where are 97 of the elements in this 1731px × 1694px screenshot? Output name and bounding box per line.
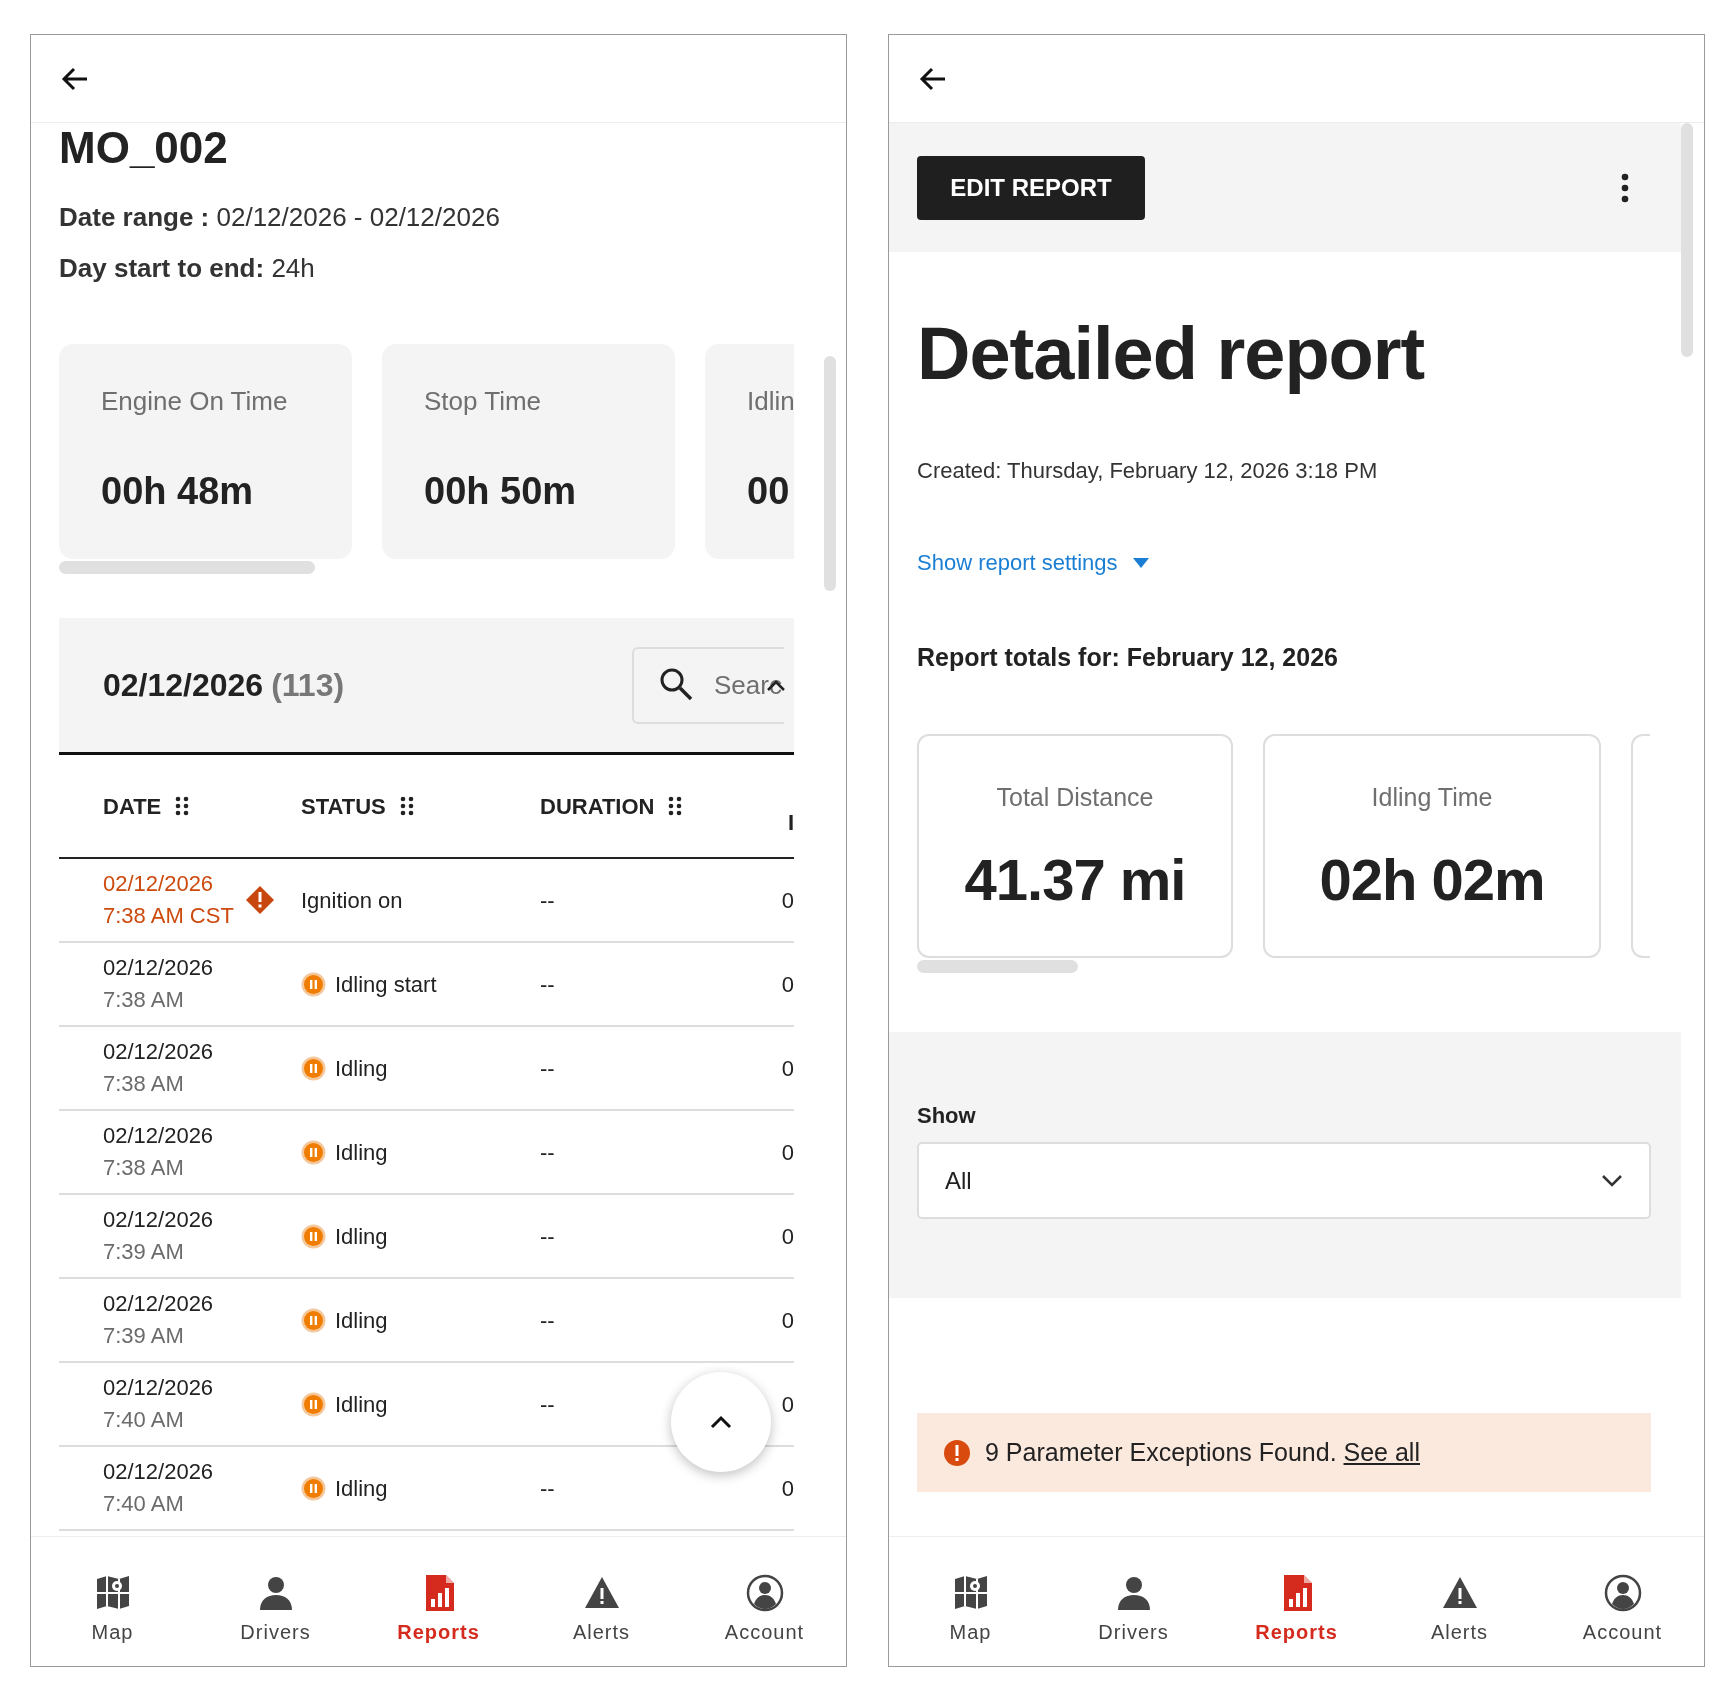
table-cell: 0: [781, 1307, 794, 1333]
card-value: 41.37 mi: [963, 846, 1187, 914]
table-cell: 0: [781, 971, 794, 997]
nav-tab[interactable]: Reports: [357, 1537, 520, 1666]
nav-tab[interactable]: Map: [889, 1537, 1052, 1666]
warning-diamond-icon: [245, 885, 275, 915]
see-all-link[interactable]: See all: [1343, 1437, 1420, 1466]
table-cell: 0: [781, 1139, 794, 1165]
more-options-icon[interactable]: [1619, 172, 1631, 203]
date-text: 02/12/2026: [103, 870, 215, 898]
table-cell: 0: [781, 1055, 794, 1081]
table-cell: 0: [781, 1223, 794, 1249]
duration-text: --: [540, 1475, 555, 1501]
user-circle-icon: [1602, 1573, 1643, 1613]
duration-text: --: [540, 1223, 555, 1249]
date-text: 02/12/2026: [103, 1290, 214, 1318]
status-text: Ignition on: [301, 886, 403, 915]
date-text: 02/12/2026: [103, 1122, 214, 1150]
time-text: 7:38 AM: [103, 986, 185, 1014]
nav-tab[interactable]: Alerts: [1378, 1537, 1541, 1666]
exception-message: 9 Parameter Exceptions Found. See all: [985, 1436, 1420, 1468]
field-label: Show: [917, 1102, 977, 1130]
row-count: (113): [271, 666, 345, 705]
drag-handle-icon[interactable]: [399, 796, 414, 816]
card-label: Idling Time: [1370, 782, 1494, 813]
duration-text: --: [540, 1055, 555, 1081]
totals-heading: Report totals for: February 12, 2026: [917, 642, 1338, 672]
time-text: 7:38 AM CST: [103, 902, 234, 930]
column-header[interactable]: DURATION: [540, 789, 655, 823]
status-text: Idling: [335, 1306, 388, 1335]
pause-icon: [301, 1223, 326, 1249]
date-range-text: Date range : 02/12/2026 - 02/12/2026: [59, 201, 501, 234]
nav-tab[interactable]: Map: [31, 1537, 194, 1666]
drag-handle-icon[interactable]: [668, 796, 683, 816]
card-value: 00: [747, 469, 791, 514]
card-label: Stop Time: [424, 385, 543, 418]
card-value: 00h 48m: [101, 469, 255, 514]
caret-up-icon: [710, 1415, 732, 1429]
nav-tab[interactable]: Account: [683, 1537, 846, 1666]
status-text: Idling: [335, 1054, 388, 1083]
status-text: Idling: [335, 1138, 388, 1167]
table-cell: 0: [781, 1475, 794, 1501]
card-label: Total Distance: [995, 782, 1155, 813]
time-text: 7:40 AM: [103, 1490, 185, 1518]
status-text: Idling: [335, 1222, 388, 1251]
status-text: Idling start: [335, 970, 437, 999]
nav-tab[interactable]: Alerts: [520, 1537, 683, 1666]
card-label: Idlin: [747, 385, 794, 418]
pause-icon: [301, 971, 326, 997]
duration-text: --: [540, 1139, 555, 1165]
exclamation-circle-icon: [943, 1438, 971, 1467]
card-label: Engine On Time: [101, 385, 289, 418]
nav-tab[interactable]: Drivers: [194, 1537, 357, 1666]
page-title: Detailed report: [917, 311, 1425, 397]
table-cell: 0: [781, 887, 794, 913]
report-title: MO_002: [59, 123, 229, 173]
search-field[interactable]: Searc: [632, 646, 784, 724]
card-value: 02h 02m: [1318, 846, 1546, 914]
time-text: 7:40 AM: [103, 1406, 185, 1434]
created-text: Created: Thursday, February 12, 2026 3:18 PM: [917, 457, 1378, 485]
caret-down-icon: [1131, 557, 1150, 569]
nav-tab[interactable]: Drivers: [1052, 1537, 1215, 1666]
status-text: Idling: [335, 1390, 388, 1419]
chevron-down-icon: [1601, 1173, 1623, 1188]
column-header[interactable]: DATE: [103, 789, 162, 823]
date-text: 02/12/2026: [103, 1038, 214, 1066]
time-text: 7:39 AM: [103, 1322, 185, 1350]
column-header[interactable]: STATUS: [301, 789, 386, 823]
duration-text: --: [540, 1307, 555, 1333]
column-header[interactable]: I: [787, 805, 794, 839]
pause-icon: [301, 1475, 326, 1501]
nav-tab[interactable]: Account: [1541, 1537, 1704, 1666]
date-text: 02/12/2026: [103, 954, 214, 982]
table-date: 02/12/2026: [103, 666, 264, 705]
drag-handle-icon[interactable]: [175, 796, 190, 816]
time-text: 7:38 AM: [103, 1154, 185, 1182]
show-select[interactable]: All: [917, 1142, 1651, 1219]
edit-report-button[interactable]: EDIT REPORT: [917, 155, 1145, 220]
date-text: 02/12/2026: [103, 1374, 214, 1402]
duration-text: --: [540, 1391, 555, 1417]
duration-text: --: [540, 971, 555, 997]
date-text: 02/12/2026: [103, 1458, 214, 1486]
pause-icon: [301, 1307, 326, 1333]
time-text: 7:39 AM: [103, 1238, 185, 1266]
pause-icon: [301, 1055, 326, 1081]
show-report-settings-link[interactable]: Show report settings: [917, 548, 1150, 578]
duration-text: --: [540, 887, 555, 913]
date-text: 02/12/2026: [103, 1206, 214, 1234]
pause-icon: [301, 1139, 326, 1165]
table-cell: 0: [781, 1391, 794, 1417]
status-text: Idling: [335, 1474, 388, 1503]
nav-tab[interactable]: Reports: [1215, 1537, 1378, 1666]
card-value: 00h 50m: [424, 469, 578, 514]
day-span-text: Day start to end: 24h: [59, 252, 316, 285]
user-circle-icon: [744, 1573, 785, 1613]
pause-icon: [301, 1391, 326, 1417]
time-text: 7:38 AM: [103, 1070, 185, 1098]
